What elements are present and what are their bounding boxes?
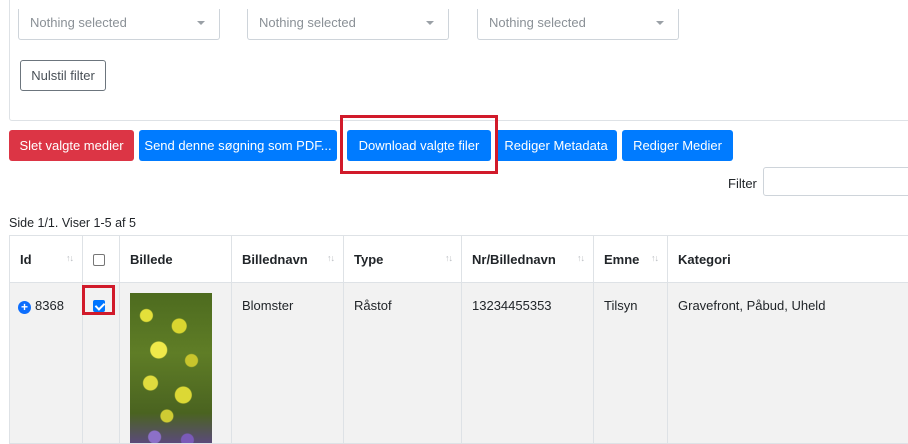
sort-arrows-icon: ↑↓ (445, 253, 452, 263)
filter-select-1[interactable]: Nothing selected (18, 9, 220, 40)
edit-metadata-button[interactable]: Rediger Metadata (495, 130, 617, 161)
column-header-type[interactable]: Type↑↓ (344, 236, 462, 283)
caret-down-icon (656, 21, 664, 25)
reset-filter-button[interactable]: Nulstil filter (20, 60, 106, 91)
filter-select-3[interactable]: Nothing selected (477, 9, 679, 40)
filter-panel: Nothing selected Nothing selected Nothin… (9, 0, 908, 121)
cell-billednavn: Blomster (232, 283, 344, 444)
sort-arrows-icon: ↑↓ (577, 253, 584, 263)
row-select-checkbox[interactable] (93, 300, 105, 312)
edit-media-button[interactable]: Rediger Medier (622, 130, 733, 161)
sort-arrows-icon: ↑↓ (327, 253, 334, 263)
cell-emne: Tilsyn (594, 283, 668, 444)
table-row[interactable]: +8368 Blomster Råstof 13234455353 Tilsyn… (10, 283, 908, 444)
column-header-billednavn[interactable]: Billednavn↑↓ (232, 236, 344, 283)
pagination-info: Side 1/1. Viser 1-5 af 5 (9, 216, 136, 230)
cell-id: +8368 (10, 283, 83, 444)
column-header-emne[interactable]: Emne↑↓ (594, 236, 668, 283)
select-all-checkbox[interactable] (93, 254, 105, 266)
filter-select-1-value: Nothing selected (30, 15, 127, 30)
column-header-kategori[interactable]: Kategori↑↓ (668, 236, 908, 283)
caret-down-icon (197, 21, 205, 25)
filter-select-2[interactable]: Nothing selected (247, 9, 449, 40)
cell-kategori: Gravefront, Påbud, Uheld (668, 283, 908, 444)
search-label: Filter (728, 176, 757, 191)
sort-arrows-icon: ↑↓ (651, 253, 658, 263)
delete-selected-button[interactable]: Slet valgte medier (9, 130, 134, 161)
download-selected-button[interactable]: Download valgte filer (347, 130, 491, 161)
search-input[interactable] (763, 167, 908, 196)
filter-select-2-value: Nothing selected (259, 15, 356, 30)
table-header-row: Id↑↓ Billede Billednavn↑↓ Type↑↓ Nr/Bill… (10, 236, 908, 283)
cell-type: Råstof (344, 283, 462, 444)
column-header-id[interactable]: Id↑↓ (10, 236, 83, 283)
send-pdf-button[interactable]: Send denne søgning som PDF... (139, 130, 337, 161)
column-header-billede: Billede (120, 236, 232, 283)
column-header-select-all[interactable] (83, 236, 120, 283)
filter-select-3-value: Nothing selected (489, 15, 586, 30)
cell-image (120, 283, 232, 444)
sort-arrows-icon: ↑↓ (66, 253, 73, 263)
cell-nr: 13234455353 (462, 283, 594, 444)
column-header-nr[interactable]: Nr/Billednavn↑↓ (462, 236, 594, 283)
caret-down-icon (426, 21, 434, 25)
expand-row-icon[interactable]: + (18, 301, 31, 314)
media-thumbnail[interactable] (130, 293, 212, 443)
media-table: Id↑↓ Billede Billednavn↑↓ Type↑↓ Nr/Bill… (9, 235, 908, 444)
cell-select (83, 283, 120, 444)
